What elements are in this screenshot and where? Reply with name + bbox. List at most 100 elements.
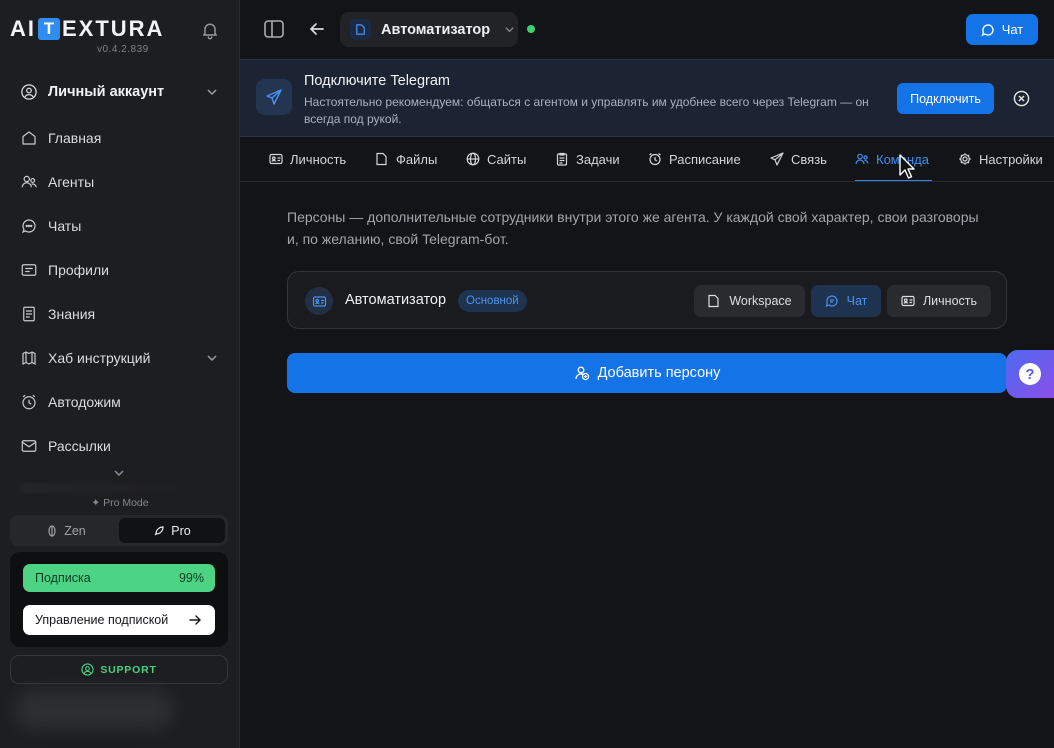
mode-pro-button[interactable]: Pro [119, 518, 225, 543]
sidebar-item-mailings[interactable]: Рассылки [20, 434, 111, 458]
mail-icon [21, 440, 37, 452]
chat-bubble-icon [825, 295, 838, 308]
account-label: Личный аккаунт [48, 84, 165, 100]
persona-card: Автоматизатор Основной Workspace Чат Лич… [287, 271, 1007, 329]
chat-button-label: Чат [1001, 22, 1024, 37]
manage-subscription-button[interactable]: Управление подпиской [23, 605, 215, 635]
agent-selector[interactable]: Автоматизатор [340, 12, 518, 47]
telegram-icon [256, 79, 292, 115]
clock-icon [22, 394, 36, 410]
chat-icon [21, 219, 36, 234]
tab-files[interactable]: Файлы [375, 137, 437, 181]
app-version: v0.4.2.839 [97, 44, 149, 55]
tab-communication[interactable]: Связь [770, 137, 827, 181]
arrow-right-icon [189, 615, 201, 625]
subscription-label: Подписка [35, 571, 91, 585]
team-description: Персоны — дополнительные сотрудники внут… [287, 209, 979, 247]
sidebar-item-label: Автодожим [48, 394, 121, 410]
sidebar-item-label: Главная [48, 130, 102, 146]
support-label: SUPPORT [100, 663, 157, 676]
support-user-icon [81, 663, 94, 676]
team-icon [855, 153, 869, 165]
agent-tabs: Личность Файлы Сайты Задачи Расписание С… [240, 137, 1054, 182]
support-button[interactable]: SUPPORT [10, 655, 228, 684]
sidebar-item-autofollowup[interactable]: Автодожим [20, 390, 121, 414]
profile-card-icon [21, 264, 37, 276]
sidebar-faded-item [20, 483, 210, 493]
persona-main-badge: Основной [458, 290, 527, 312]
mouse-cursor-icon [899, 154, 915, 179]
sidebar-item-label: Рассылки [48, 438, 111, 454]
sidebar-item-label: Агенты [48, 174, 95, 190]
leaf-icon [48, 524, 56, 537]
agent-folder-icon [350, 19, 371, 40]
chat-bubble-icon [981, 23, 994, 36]
sidebar: AI T EXTURA v0.4.2.839 Личный аккаунт Гл… [0, 0, 240, 748]
sidebar-item-label: Профили [48, 262, 109, 278]
account-selector[interactable]: Личный аккаунт [20, 80, 164, 104]
sidebar-item-label: Хаб инструкций [48, 350, 151, 366]
sidebar-item-label: Знания [48, 306, 96, 322]
folder-icon [708, 294, 719, 308]
back-arrow-icon[interactable] [307, 19, 327, 39]
rocket-icon: ✦ [91, 497, 104, 509]
subscription-progress: Подписка 99% [23, 564, 215, 592]
top-bar: Автоматизатор Чат [240, 0, 1054, 59]
logo-text-right: EXTURA [62, 16, 165, 41]
tab-schedule[interactable]: Расписание [648, 137, 741, 181]
sidebar-toggle-icon[interactable] [263, 18, 285, 40]
clipboard-icon [556, 152, 568, 166]
logo-text-left: AI [10, 16, 36, 41]
agent-name: Автоматизатор [381, 21, 491, 38]
book-icon [23, 306, 35, 322]
mode-switch: Zen Pro [10, 515, 228, 546]
scroll-more-chevron-icon[interactable] [113, 467, 125, 479]
persona-chat-button[interactable]: Чат [811, 285, 881, 317]
telegram-banner: Подключите Telegram Настоятельно рекомен… [240, 59, 1054, 137]
users-icon [21, 175, 37, 188]
sidebar-item-chats[interactable]: Чаты [20, 214, 81, 238]
send-icon [770, 152, 784, 166]
chat-button[interactable]: Чат [966, 14, 1038, 45]
alarm-icon [649, 153, 661, 166]
add-persona-label: Добавить персону [597, 365, 721, 381]
add-persona-button[interactable]: Добавить персону [287, 353, 1007, 393]
sidebar-item-instruction-hub[interactable]: Хаб инструкций [20, 346, 150, 370]
chevron-down-icon[interactable] [206, 86, 218, 98]
chevron-down-icon [505, 27, 514, 33]
persona-personality-button[interactable]: Личность [887, 285, 991, 317]
close-icon[interactable] [1013, 90, 1030, 107]
sidebar-item-agents[interactable]: Агенты [20, 170, 94, 194]
help-button[interactable]: ? [1006, 350, 1054, 398]
gear-icon [959, 153, 971, 165]
add-user-icon [574, 366, 589, 381]
id-card-icon [901, 295, 915, 307]
tab-personality[interactable]: Личность [269, 137, 346, 181]
pro-mode-label: ✦ Pro Mode [91, 497, 149, 509]
bell-icon[interactable] [200, 20, 220, 40]
banner-text: Настоятельно рекомендуем: общаться с аге… [304, 95, 869, 126]
folder-icon [376, 152, 387, 166]
sidebar-item-knowledge[interactable]: Знания [20, 302, 95, 326]
tab-sites[interactable]: Сайты [466, 137, 526, 181]
chevron-down-icon[interactable] [206, 352, 218, 364]
sidebar-item-label: Чаты [48, 218, 82, 234]
persona-workspace-button[interactable]: Workspace [694, 285, 805, 317]
sidebar-item-profiles[interactable]: Профили [20, 258, 109, 282]
rocket-icon [154, 525, 164, 535]
mode-zen-button[interactable]: Zen [13, 518, 119, 543]
manage-subscription-label: Управление подпиской [35, 613, 169, 627]
logo-box-letter: T [38, 18, 60, 40]
subscription-card: Подписка 99% Управление подпиской [10, 552, 228, 647]
globe-icon [466, 152, 480, 166]
persona-name: Автоматизатор [345, 292, 447, 308]
user-profile-blurred[interactable] [14, 690, 174, 730]
online-status-dot [527, 25, 535, 33]
app-logo[interactable]: AI T EXTURA [10, 16, 164, 42]
tab-settings[interactable]: Настройки [958, 137, 1043, 181]
sidebar-item-home[interactable]: Главная [20, 126, 101, 150]
home-icon [22, 131, 36, 145]
tab-tasks[interactable]: Задачи [555, 137, 620, 181]
connect-telegram-button[interactable]: Подключить [897, 83, 994, 114]
hub-icon [22, 351, 36, 365]
